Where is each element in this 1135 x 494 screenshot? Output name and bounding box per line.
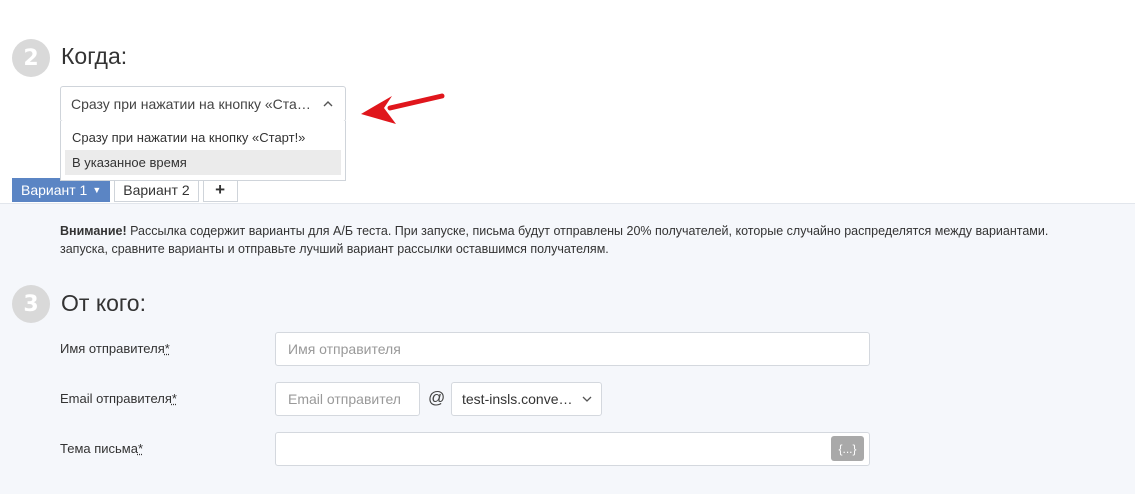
sender-name-input[interactable]: Имя отправителя	[275, 332, 870, 366]
subject-label: Тема письма*	[60, 441, 143, 456]
step-number-2: 2	[12, 39, 50, 77]
sender-email-label-text: Email отправителя	[60, 391, 172, 406]
tab-variant-1[interactable]: Вариант 1 ▼	[12, 178, 111, 202]
timing-option-scheduled[interactable]: В указанное время	[65, 150, 341, 175]
subject-input[interactable]	[275, 432, 870, 466]
required-mark: *	[137, 441, 144, 456]
ab-test-notice: Внимание! Рассылка содержит варианты для…	[60, 222, 1135, 258]
timing-select-value: Сразу при нажатии на кнопку «Старт!»	[71, 96, 315, 112]
notice-line-1: Рассылка содержит варианты для А/Б теста…	[126, 224, 1049, 238]
at-sign: @	[428, 388, 446, 407]
tab-variant-2[interactable]: Вариант 2	[114, 178, 199, 202]
email-domain-select[interactable]: test-insls.convead.io	[451, 382, 602, 416]
sender-name-label: Имя отправителя*	[60, 341, 170, 356]
section-title-when: Когда:	[61, 43, 128, 69]
chevron-down-icon	[582, 396, 592, 402]
add-variant-button[interactable]: +	[202, 178, 238, 202]
caret-down-icon: ▼	[92, 185, 102, 195]
red-arrow-icon	[361, 93, 445, 124]
timing-dropdown: Сразу при нажатии на кнопку «Старт!» В у…	[60, 121, 346, 181]
notice-strong: Внимание!	[60, 224, 127, 238]
variant-tabs: Вариант 1 ▼ Вариант 2 +	[12, 178, 242, 204]
email-domain-value: test-insls.convead.io	[462, 391, 577, 407]
insert-variable-button[interactable]: {...}	[831, 436, 864, 461]
sender-email-input[interactable]: Email отправител	[275, 382, 420, 416]
sender-email-label: Email отправителя*	[60, 391, 177, 406]
timing-select[interactable]: Сразу при нажатии на кнопку «Старт!»	[60, 86, 346, 122]
notice-line-2: запуска, сравните варианты и отправьте л…	[60, 242, 609, 256]
tab-variant-1-label: Вариант 1	[21, 182, 88, 198]
section-title-from: От кого:	[61, 290, 146, 316]
timing-option-immediately[interactable]: Сразу при нажатии на кнопку «Старт!»	[65, 125, 341, 150]
subject-label-text: Тема письма	[60, 441, 138, 456]
step-number-3: 3	[12, 285, 50, 323]
required-mark: *	[164, 341, 170, 356]
sender-name-label-text: Имя отправителя	[60, 341, 165, 356]
page: 2 Когда: Сразу при нажатии на кнопку «Ст…	[0, 0, 1135, 494]
chevron-up-icon	[323, 101, 333, 107]
required-mark: *	[171, 391, 177, 406]
